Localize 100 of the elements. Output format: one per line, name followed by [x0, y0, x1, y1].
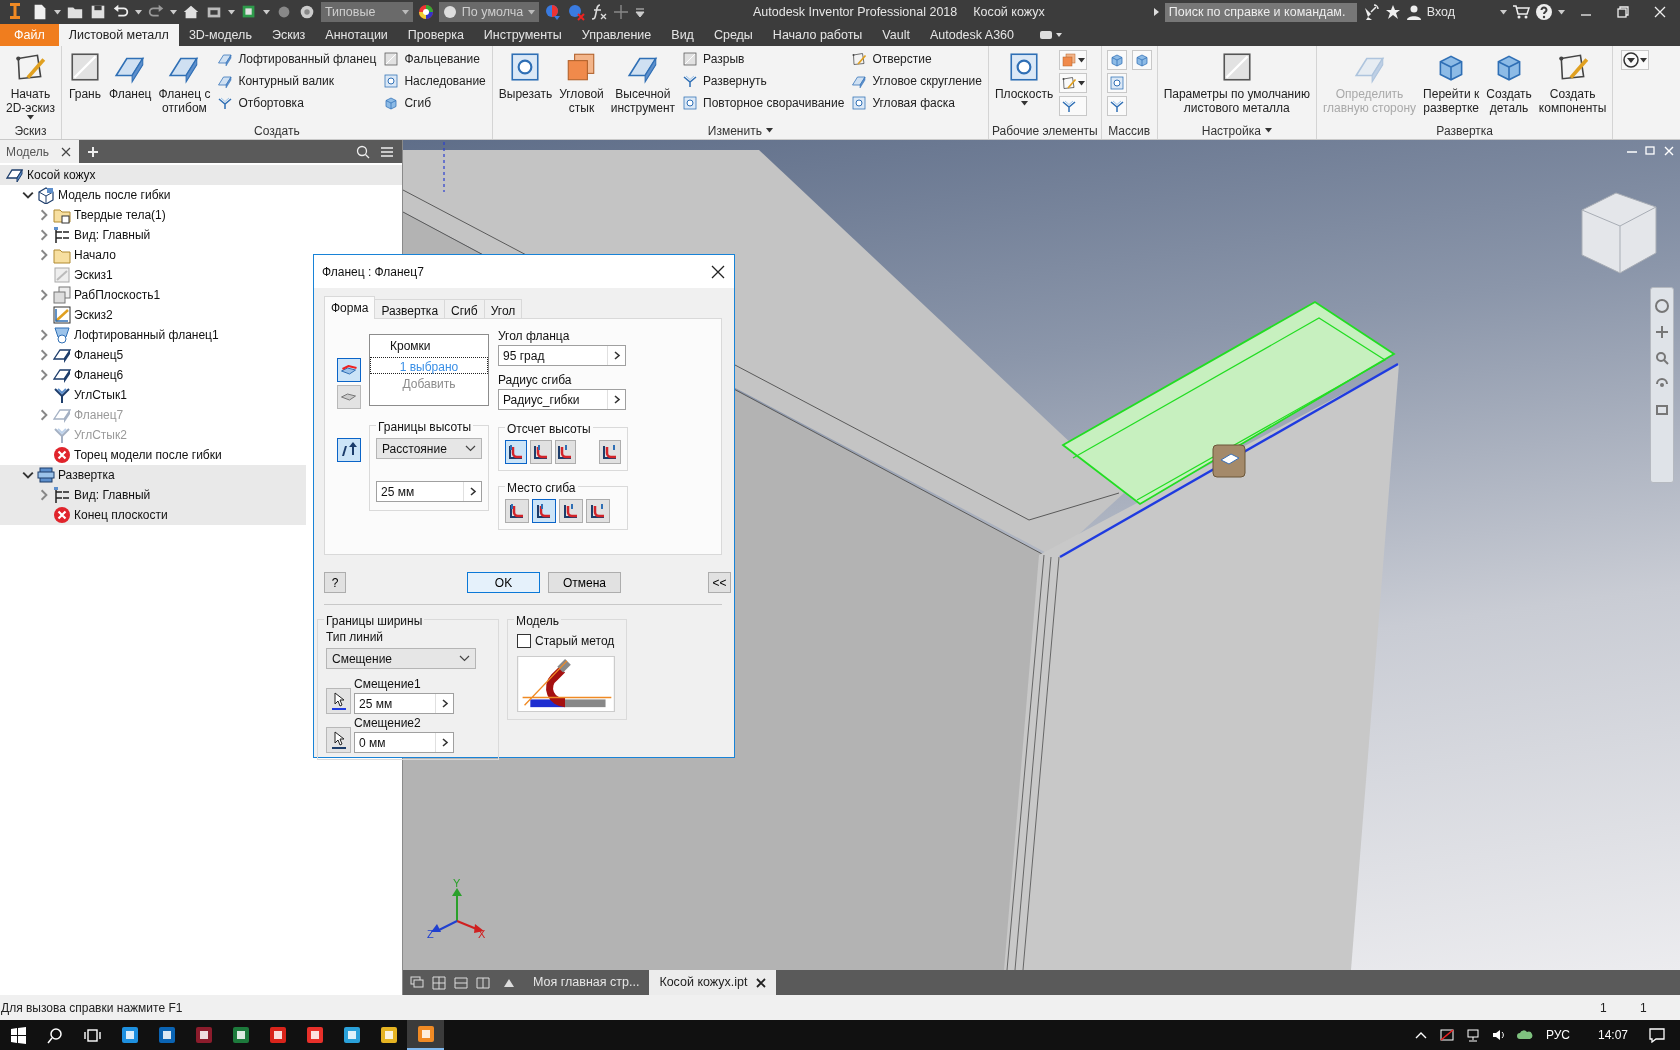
input-field[interactable]: 95 град	[498, 345, 626, 366]
option-button[interactable]	[586, 499, 610, 523]
pick-button[interactable]	[326, 688, 351, 714]
network-icon[interactable]	[1464, 1027, 1481, 1043]
plus-icon[interactable]	[613, 4, 629, 20]
tree-item[interactable]: Эскиз1	[0, 265, 306, 285]
horizontal-split-icon[interactable]	[453, 975, 469, 991]
ribbon-tab[interactable]: Аннотации	[315, 24, 398, 46]
zoom-icon[interactable]	[1654, 350, 1670, 366]
close-icon[interactable]	[1652, 4, 1668, 20]
ribbon-options-button[interactable]	[1621, 50, 1650, 70]
list-item[interactable]: Добавить	[370, 374, 488, 391]
edge-mode-button[interactable]	[337, 385, 361, 409]
close-icon[interactable]	[711, 264, 725, 279]
ribbon-button[interactable]: Отверстие	[848, 48, 985, 70]
close-icon[interactable]	[755, 977, 766, 988]
input-field[interactable]: 25 мм	[354, 693, 454, 714]
ribbon-button[interactable]: Грань	[64, 49, 105, 102]
field-input[interactable]: 0 мм	[355, 733, 435, 752]
ribbon-tab[interactable]: Проверка	[397, 24, 474, 46]
look-icon[interactable]	[1654, 402, 1670, 418]
ribbon-button[interactable]: Плоскость	[991, 49, 1057, 107]
dialog-button[interactable]: OK	[467, 572, 540, 593]
help-icon[interactable]	[1535, 3, 1553, 21]
restore-icon[interactable]	[1615, 4, 1631, 20]
pan-icon[interactable]	[1654, 324, 1670, 340]
taskbar-app-button[interactable]	[407, 1020, 444, 1050]
pick-button[interactable]	[326, 727, 351, 753]
ribbon-button[interactable]: Создать деталь	[1483, 49, 1535, 116]
tree-item[interactable]: Конец плоскости	[0, 505, 306, 525]
color-wheel-icon[interactable]	[418, 4, 434, 20]
ribbon-button[interactable]: Перейти к развертке	[1420, 49, 1483, 116]
panel-label[interactable]: Настройка	[1201, 122, 1272, 139]
ribbon-button[interactable]: Фальцевание	[380, 48, 489, 70]
flip-direction-button[interactable]	[337, 438, 361, 462]
ribbon-button[interactable]: Сгиб	[380, 92, 489, 114]
chevron-down-icon[interactable]	[22, 469, 34, 481]
edge-mode-button[interactable]	[337, 358, 361, 382]
menu-caret-icon[interactable]	[634, 6, 646, 18]
help-button[interactable]: ?	[324, 572, 346, 593]
ribbon-button[interactable]: Параметры по умолчанию листового металла	[1160, 49, 1313, 116]
chevron-right-icon[interactable]	[612, 351, 621, 360]
ribbon-tab[interactable]: Вид	[661, 24, 704, 46]
field-input[interactable]: 25 мм	[377, 482, 463, 501]
field-input[interactable]: 95 град	[499, 346, 607, 365]
ribbon-button[interactable]: Наследование	[380, 70, 489, 92]
tree-item[interactable]: УглСтык1	[0, 385, 306, 405]
panel-label[interactable]: Изменить	[707, 122, 773, 139]
minimize-icon[interactable]	[1626, 151, 1638, 153]
option-button[interactable]	[505, 499, 529, 523]
star-icon[interactable]	[1384, 4, 1401, 20]
function-icon[interactable]	[590, 3, 608, 21]
chevron-right-icon[interactable]	[612, 395, 621, 404]
chevron-right-icon[interactable]	[468, 487, 477, 496]
ribbon-icon-button[interactable]	[1106, 96, 1127, 116]
field-input[interactable]: Радиус_гибки	[499, 390, 607, 409]
tree-item[interactable]: Торец модели после гибки	[0, 445, 306, 465]
appearance-dropdown[interactable]: По умолча	[439, 2, 539, 22]
ribbon-tab[interactable]: 3D-модель	[178, 24, 262, 46]
ribbon-icon-button[interactable]	[1059, 73, 1088, 93]
tree-item[interactable]: Эскиз2	[0, 305, 306, 325]
view-cube-drawing[interactable]	[1581, 192, 1657, 274]
checkbox[interactable]	[517, 634, 531, 648]
ribbon-tab[interactable]: Среды	[703, 24, 763, 46]
add-tab-icon[interactable]	[87, 145, 100, 158]
tree-item[interactable]: Фланец6	[0, 365, 306, 385]
manipulator-handle[interactable]	[1212, 444, 1246, 478]
dropdown[interactable]: Расстояние	[376, 438, 482, 459]
ribbon-icon-button[interactable]	[1059, 50, 1088, 70]
dialog-tab[interactable]: Угол	[483, 299, 523, 318]
tree-item[interactable]: Вид: Главный	[0, 485, 306, 505]
ribbon-button[interactable]: Лофтированный фланец	[214, 48, 380, 70]
expand-arrow-icon[interactable]	[1151, 7, 1160, 17]
document-tab[interactable]: Моя главная стр...	[523, 970, 650, 995]
ribbon-button[interactable]: Создать компоненты	[1535, 49, 1610, 116]
option-button[interactable]	[554, 440, 577, 464]
ribbon-button[interactable]: Угловое скругление	[848, 70, 985, 92]
ribbon-tab[interactable]: Управление	[571, 24, 662, 46]
dialog-tab[interactable]: Развертка	[374, 299, 446, 318]
ribbon-button[interactable]: Отбортовка	[214, 92, 380, 114]
option-button[interactable]	[559, 499, 583, 523]
render-icon[interactable]	[298, 3, 316, 21]
ribbon-button[interactable]: Повторное сворачивание	[679, 92, 848, 114]
style-dropdown[interactable]: Типовые	[321, 2, 413, 22]
tree-item[interactable]: Лофтированный фланец1	[0, 325, 306, 345]
option-button[interactable]	[599, 440, 621, 464]
clear-appearance-icon[interactable]	[567, 3, 585, 21]
clock[interactable]: 14:07	[1597, 1026, 1628, 1044]
input-field[interactable]: 0 мм	[354, 732, 454, 753]
dialog-button[interactable]: Отмена	[548, 572, 621, 593]
scroll-up-icon[interactable]	[503, 978, 515, 988]
pen-off-icon[interactable]	[1438, 1027, 1455, 1043]
ribbon-button[interactable]: Развернуть	[679, 70, 848, 92]
chevron-right-icon[interactable]	[440, 738, 449, 747]
sign-in-link[interactable]: Вход	[1426, 2, 1455, 22]
ribbon-tab[interactable]: Листовой металл	[58, 24, 179, 46]
chevron-right-icon[interactable]	[440, 699, 449, 708]
ribbon-button[interactable]: Угловой стык	[556, 49, 607, 116]
ribbon-tab[interactable]: Autodesk A360	[919, 24, 1025, 46]
search-icon[interactable]	[356, 144, 370, 159]
